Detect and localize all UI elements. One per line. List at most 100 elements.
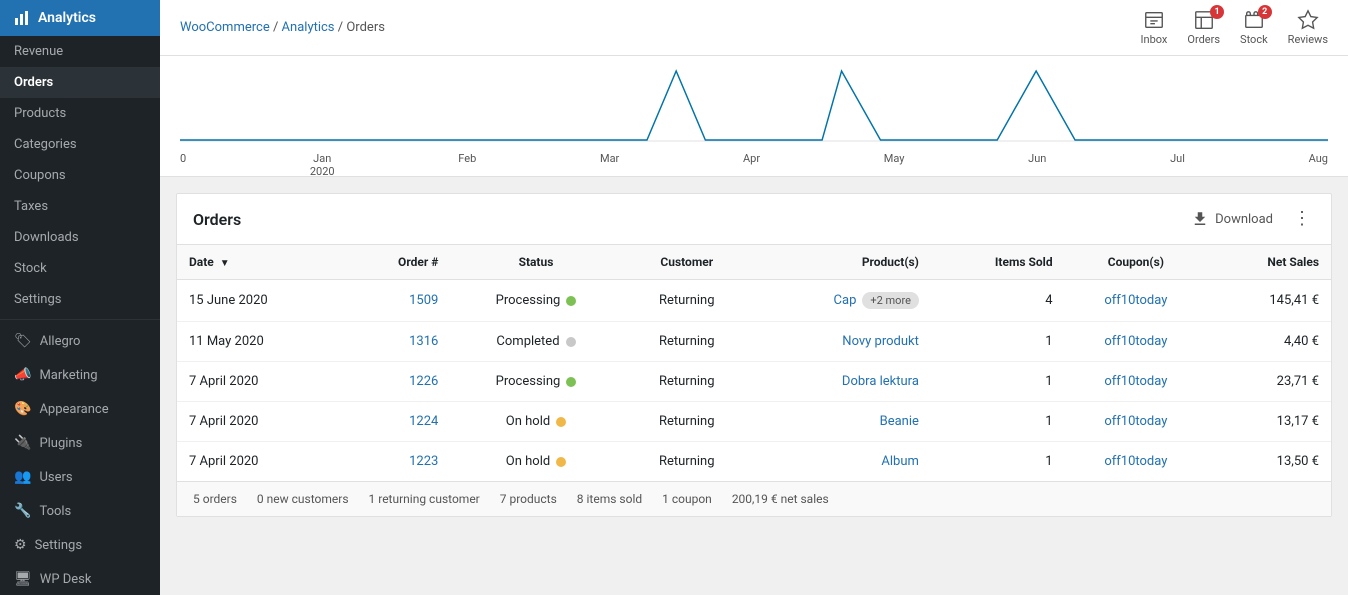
order-link[interactable]: 1509 xyxy=(409,293,438,308)
wpdesk-icon: 🖥 xyxy=(14,571,32,587)
sidebar-item-users[interactable]: 👥 Users xyxy=(0,460,160,494)
coupon-link[interactable]: off10today xyxy=(1104,293,1167,308)
table-row: 7 April 2020 1224 On hold Returning xyxy=(177,402,1331,442)
sidebar-item-plugins[interactable]: 🔌 Plugins xyxy=(0,426,160,460)
coupon-link[interactable]: off10today xyxy=(1104,334,1167,349)
sidebar-item-downloads[interactable]: Downloads xyxy=(0,222,160,253)
orders-badge: 1 xyxy=(1210,5,1224,19)
sidebar-item-label: Revenue xyxy=(14,44,63,59)
cell-items-sold: 4 xyxy=(931,280,1065,322)
product-link[interactable]: Dobra lektura xyxy=(842,374,919,389)
cell-net-sales: 13,17 € xyxy=(1207,402,1331,442)
footer-products: 7 products xyxy=(500,492,557,506)
sidebar-item-allegro[interactable]: 🏷 Allegro xyxy=(0,324,160,358)
chart-label-feb: Feb xyxy=(458,152,476,178)
orders-actions: Download ⋮ xyxy=(1183,206,1315,232)
plugin-icon: 🔌 xyxy=(14,435,31,451)
cell-order-num: 1224 xyxy=(345,402,450,442)
table-header-row: Date ▼ Order # Status Customer Product(s… xyxy=(177,245,1331,280)
sidebar-item-marketing[interactable]: 📣 Marketing xyxy=(0,358,160,392)
cell-status: On hold xyxy=(450,442,621,482)
sidebar-item-wpdesk[interactable]: 🖥 WP Desk xyxy=(0,562,160,595)
cell-customer: Returning xyxy=(622,402,752,442)
sidebar-item-orders[interactable]: Orders xyxy=(0,67,160,98)
coupon-link[interactable]: off10today xyxy=(1104,454,1167,469)
chart-label-apr: Apr xyxy=(743,152,760,178)
topbar-orders[interactable]: 1 Orders xyxy=(1187,9,1220,46)
order-link[interactable]: 1226 xyxy=(409,374,438,389)
col-net-sales: Net Sales xyxy=(1207,245,1331,280)
footer-returning: 1 returning customer xyxy=(369,492,480,506)
topbar-stock[interactable]: 2 Stock xyxy=(1240,9,1268,46)
topbar-inbox[interactable]: Inbox xyxy=(1141,9,1168,46)
chart-label-0: 0 xyxy=(180,152,186,178)
sidebar-item-settings-main[interactable]: ⚙ Settings xyxy=(0,528,160,562)
col-date[interactable]: Date ▼ xyxy=(177,245,345,280)
coupon-link[interactable]: off10today xyxy=(1104,374,1167,389)
product-link[interactable]: Album xyxy=(881,454,919,469)
cell-net-sales: 4,40 € xyxy=(1207,322,1331,362)
sidebar: Analytics Revenue Orders Products Catego… xyxy=(0,0,160,595)
sidebar-item-label: Orders xyxy=(14,75,53,90)
orders-chart xyxy=(180,66,1328,146)
topbar-reviews[interactable]: Reviews xyxy=(1288,9,1328,46)
sidebar-item-coupons[interactable]: Coupons xyxy=(0,160,160,191)
sidebar-item-appearance[interactable]: 🎨 Appearance xyxy=(0,392,160,426)
orders-title: Orders xyxy=(193,210,241,229)
sidebar-item-label: Appearance xyxy=(39,402,108,417)
sidebar-item-taxes[interactable]: Taxes xyxy=(0,191,160,222)
sidebar-item-stock[interactable]: Stock xyxy=(0,253,160,284)
order-link[interactable]: 1223 xyxy=(409,454,438,469)
chart-label-jul: Jul xyxy=(1170,152,1185,178)
topbar-inbox-label: Inbox xyxy=(1141,33,1168,46)
sidebar-main-nav: 🏷 Allegro 📣 Marketing 🎨 Appearance 🔌 Plu… xyxy=(0,319,160,595)
breadcrumb-analytics[interactable]: Analytics xyxy=(282,20,335,35)
download-button[interactable]: Download xyxy=(1183,206,1281,232)
cell-order-num: 1316 xyxy=(345,322,450,362)
cell-products: Album xyxy=(752,442,931,482)
cell-coupon: off10today xyxy=(1065,402,1208,442)
order-link[interactable]: 1224 xyxy=(409,414,438,429)
product-link[interactable]: Beanie xyxy=(880,414,919,429)
cell-date: 15 June 2020 xyxy=(177,280,345,322)
table-row: 15 June 2020 1509 Processing Returning xyxy=(177,280,1331,322)
cell-date: 11 May 2020 xyxy=(177,322,345,362)
table-row: 11 May 2020 1316 Completed Returning xyxy=(177,322,1331,362)
sidebar-item-tools[interactable]: 🔧 Tools xyxy=(0,494,160,528)
tag-icon: 🏷 xyxy=(14,333,32,349)
cell-net-sales: 23,71 € xyxy=(1207,362,1331,402)
table-row: 7 April 2020 1223 On hold Returning xyxy=(177,442,1331,482)
coupon-link[interactable]: off10today xyxy=(1104,414,1167,429)
gear-icon: ⚙ xyxy=(14,537,27,553)
footer-new-customers: 0 new customers xyxy=(257,492,349,506)
status-dot xyxy=(556,417,566,427)
topbar-icons: Inbox 1 Orders 2 Stock xyxy=(1141,9,1328,46)
cell-products: Cap +2 more xyxy=(752,280,931,322)
product-link[interactable]: Novy produkt xyxy=(842,334,919,349)
sidebar-item-products[interactable]: Products xyxy=(0,98,160,129)
product-link[interactable]: Cap xyxy=(834,293,857,308)
cell-order-num: 1223 xyxy=(345,442,450,482)
sidebar-item-label: Tools xyxy=(39,504,71,519)
footer-coupons: 1 coupon xyxy=(662,492,712,506)
sidebar-item-categories[interactable]: Categories xyxy=(0,129,160,160)
sidebar-logo[interactable]: Analytics xyxy=(0,0,160,36)
cell-order-num: 1226 xyxy=(345,362,450,402)
sidebar-item-label: Plugins xyxy=(39,436,82,451)
status-label: Processing xyxy=(496,293,561,308)
content-area: 0 Jan 2020 Feb Mar Apr xyxy=(160,56,1348,595)
sidebar-item-label: Categories xyxy=(14,137,77,152)
cell-net-sales: 145,41 € xyxy=(1207,280,1331,322)
cell-products: Novy produkt xyxy=(752,322,931,362)
topbar-reviews-label: Reviews xyxy=(1288,33,1328,46)
sidebar-item-revenue[interactable]: Revenue xyxy=(0,36,160,67)
megaphone-icon: 📣 xyxy=(14,367,31,383)
cell-customer: Returning xyxy=(622,442,752,482)
col-status: Status xyxy=(450,245,621,280)
order-link[interactable]: 1316 xyxy=(409,334,438,349)
sidebar-item-label: Settings xyxy=(14,292,61,307)
breadcrumb-woocommerce[interactable]: WooCommerce xyxy=(180,20,270,35)
cell-items-sold: 1 xyxy=(931,442,1065,482)
more-options-button[interactable]: ⋮ xyxy=(1289,206,1315,232)
sidebar-item-settings[interactable]: Settings xyxy=(0,284,160,315)
